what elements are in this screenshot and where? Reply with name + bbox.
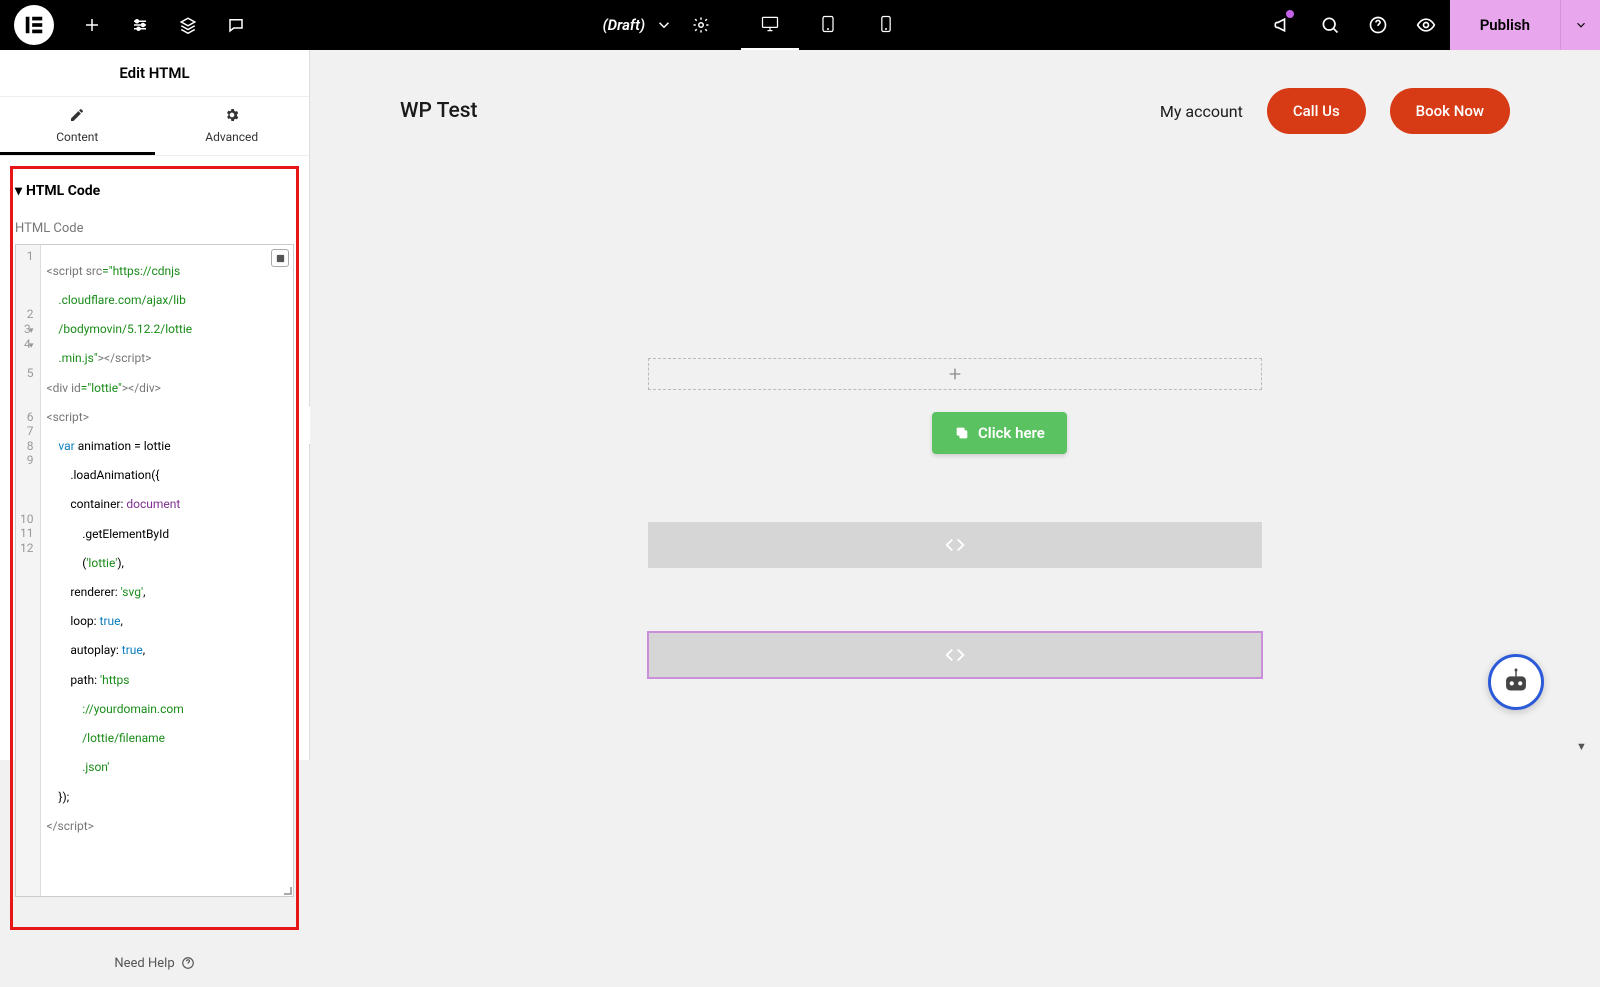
chat-icon: [227, 16, 245, 34]
header-nav: My account Call Us Book Now: [1160, 88, 1510, 134]
chevron-down-icon: [1574, 18, 1588, 32]
ai-icon: [275, 253, 286, 264]
topbar-left: [0, 0, 260, 50]
tab-content-label: Content: [56, 130, 98, 144]
search-icon: [1320, 15, 1340, 35]
preview-button[interactable]: [1402, 0, 1450, 50]
section-header-html-code[interactable]: ▾ HTML Code: [13, 179, 296, 203]
need-help-link[interactable]: Need Help: [0, 940, 309, 987]
html-widget-placeholder-selected[interactable]: [648, 632, 1262, 678]
whats-new-button[interactable]: [1258, 0, 1306, 50]
html-code-editor[interactable]: 1 2 3 ▾ 4 ▾ 5 6 7 8 9 10 11 12: [15, 244, 294, 897]
publish-options-button[interactable]: [1560, 0, 1600, 50]
megaphone-icon: [1272, 15, 1292, 35]
code-body[interactable]: <script src="https://cdnjs .cloudflare.c…: [41, 245, 294, 896]
document-status: (Draft): [603, 16, 646, 34]
tab-content[interactable]: Content: [0, 97, 155, 155]
document-dropdown[interactable]: [651, 0, 677, 50]
site-settings-button[interactable]: [116, 0, 164, 50]
elementor-icon: [23, 14, 45, 36]
help-icon: [181, 956, 195, 970]
tab-advanced-label: Advanced: [205, 130, 258, 144]
layers-icon: [179, 16, 197, 34]
book-now-button[interactable]: Book Now: [1390, 88, 1510, 134]
page-settings-button[interactable]: [677, 0, 725, 50]
topbar-right: Publish: [1258, 0, 1600, 50]
ai-assist-button[interactable]: [271, 249, 289, 267]
notes-button[interactable]: [212, 0, 260, 50]
add-section-zone[interactable]: [648, 358, 1262, 390]
caret-down-icon: ▾: [15, 183, 22, 199]
notification-dot: [1286, 10, 1294, 18]
chevron-down-icon: [655, 16, 673, 34]
preview-canvas[interactable]: WP Test My account Call Us Book Now Clic…: [310, 50, 1600, 760]
tab-advanced[interactable]: Advanced: [155, 97, 310, 155]
section-title: HTML Code: [26, 183, 100, 199]
gear-icon: [155, 107, 310, 126]
pencil-icon: [0, 107, 155, 126]
copy-icon: [954, 425, 970, 441]
finder-button[interactable]: [1306, 0, 1354, 50]
plus-icon: [83, 16, 101, 34]
help-button[interactable]: [1354, 0, 1402, 50]
plus-icon: [947, 366, 963, 382]
sliders-icon: [131, 16, 149, 34]
html-code-section-highlight: ▾ HTML Code HTML Code 1 2 3 ▾ 4 ▾ 5 6 7 …: [10, 166, 299, 930]
gear-icon: [692, 16, 710, 34]
help-icon: [1368, 15, 1388, 35]
nav-my-account[interactable]: My account: [1160, 102, 1243, 121]
topbar-center: (Draft): [603, 0, 916, 50]
mobile-device-button[interactable]: [857, 0, 915, 50]
desktop-device-button[interactable]: [741, 0, 799, 50]
desktop-icon: [760, 14, 780, 34]
assistant-fab[interactable]: [1488, 654, 1544, 710]
panel-title: Edit HTML: [0, 50, 309, 97]
elementor-logo[interactable]: [14, 5, 54, 45]
robot-icon: [1499, 665, 1533, 699]
scroll-down-indicator[interactable]: ▼: [1576, 740, 1590, 754]
html-widget-placeholder[interactable]: [648, 522, 1262, 568]
editor-panel: Edit HTML Content Advanced ▾ HTML Code H…: [0, 50, 310, 760]
call-us-button[interactable]: Call Us: [1267, 88, 1366, 134]
page-header: WP Test My account Call Us Book Now: [310, 64, 1600, 158]
publish-button[interactable]: Publish: [1450, 0, 1560, 50]
mobile-icon: [876, 14, 896, 34]
add-element-button[interactable]: [68, 0, 116, 50]
click-here-button[interactable]: Click here: [932, 412, 1067, 454]
field-label-html-code: HTML Code: [13, 203, 296, 244]
eye-icon: [1416, 15, 1436, 35]
code-icon: [944, 644, 966, 666]
tablet-icon: [818, 14, 838, 34]
resize-handle[interactable]: [282, 885, 292, 895]
tablet-device-button[interactable]: [799, 0, 857, 50]
responsive-switcher: [741, 0, 915, 50]
code-gutter: 1 2 3 ▾ 4 ▾ 5 6 7 8 9 10 11 12: [16, 245, 41, 896]
site-title[interactable]: WP Test: [400, 99, 478, 123]
top-bar: (Draft) Publish: [0, 0, 1600, 50]
panel-tabs: Content Advanced: [0, 97, 309, 156]
code-icon: [944, 534, 966, 556]
structure-button[interactable]: [164, 0, 212, 50]
